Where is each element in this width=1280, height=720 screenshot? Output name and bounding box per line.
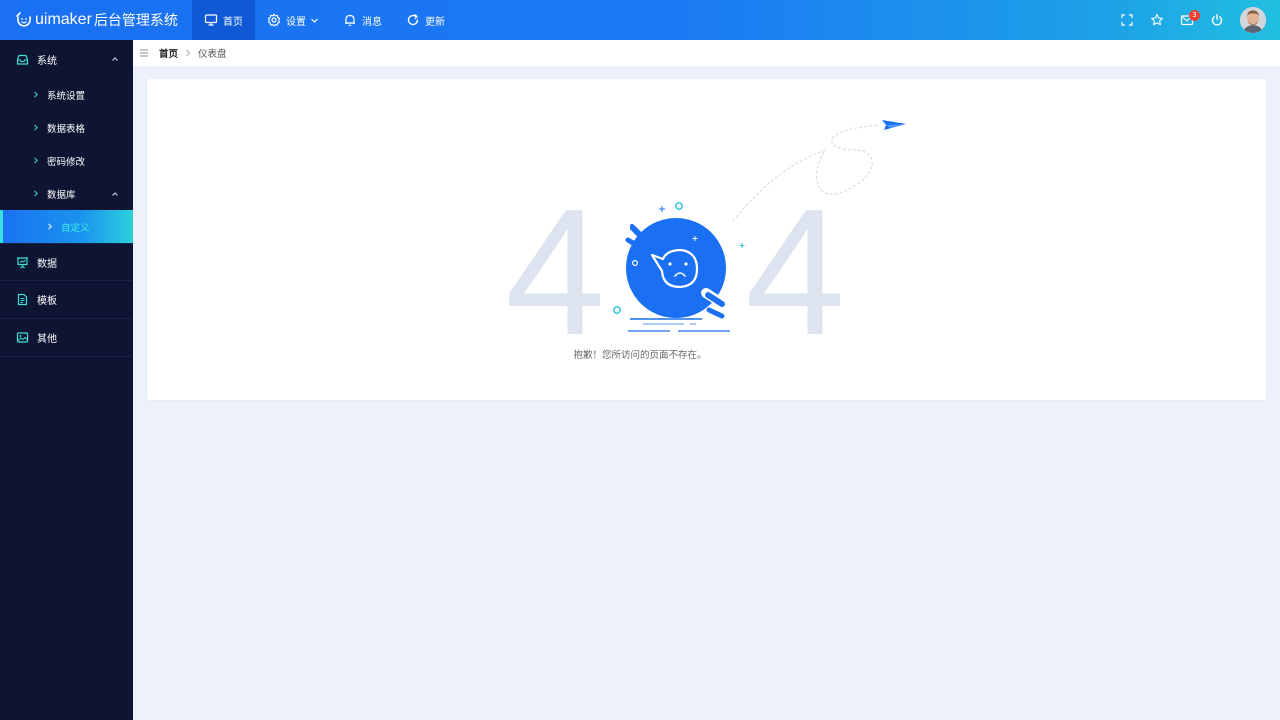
user-avatar-image	[1240, 7, 1266, 33]
presentation-icon	[17, 256, 28, 268]
chevron-right-icon	[34, 91, 38, 98]
monitor-icon	[204, 14, 218, 26]
topnav-home-label: 首页	[223, 16, 243, 28]
chevron-up-icon	[112, 191, 118, 196]
app-title: 后台管理系统	[93, 13, 178, 29]
top-nav: 首页 设置 消息 更新	[192, 0, 457, 40]
sidebar-item-database[interactable]: 数据库	[0, 177, 133, 210]
top-bar: uimaker 后台管理系统 首页 设置 消息 更新 3	[0, 0, 1280, 40]
plus-decoration	[739, 243, 745, 248]
chevron-right-icon	[34, 124, 38, 131]
smiley-logo-icon	[16, 12, 31, 27]
chevron-right-icon	[34, 157, 38, 164]
sidebar-group-data[interactable]: 数据	[0, 243, 133, 281]
error-digit-right: 4	[745, 172, 845, 348]
sidebar-item-label: 自定义	[61, 222, 90, 234]
sidebar-item-system-settings[interactable]: 系统设置	[0, 78, 133, 111]
sidebar-group-data-label: 数据	[37, 258, 57, 270]
topnav-settings[interactable]: 设置	[255, 0, 331, 40]
sidebar-item-data-table[interactable]: 数据表格	[0, 111, 133, 144]
favorite-button[interactable]	[1142, 0, 1172, 40]
topnav-settings-label: 设置	[286, 16, 306, 28]
chevron-right-icon	[186, 49, 191, 57]
sidebar-group-other-label: 其他	[37, 334, 57, 345]
sidebar: 系统 系统设置 数据表格 密码修改 数据库 自定义 数据 模板 其他	[0, 40, 133, 720]
topnav-update[interactable]: 更新	[394, 0, 457, 40]
sidebar-group-system-label: 系统	[37, 55, 57, 67]
chevron-right-icon	[34, 190, 38, 197]
breadcrumb: 首页 仪表盘	[133, 40, 1280, 66]
ring-decoration	[613, 306, 621, 314]
sidebar-item-password[interactable]: 密码修改	[0, 144, 133, 177]
paper-plane-icon	[882, 120, 906, 130]
topnav-messages[interactable]: 消息	[331, 0, 394, 40]
brand-name: uimaker	[35, 11, 92, 28]
sad-bubble-icon	[625, 218, 726, 319]
power-icon	[1211, 13, 1223, 26]
sidebar-item-label: 系统设置	[47, 90, 86, 102]
sidebar-item-label: 数据表格	[47, 123, 86, 135]
chevron-right-icon	[48, 223, 52, 230]
document-icon	[17, 293, 28, 306]
chevron-up-icon	[112, 57, 118, 61]
user-avatar[interactable]	[1240, 7, 1266, 33]
top-right-toolbar: 3	[1112, 0, 1280, 40]
error-digit-left: 4	[505, 172, 605, 348]
inbox-icon	[16, 54, 29, 65]
breadcrumb-home[interactable]: 首页	[159, 46, 178, 60]
mail-badge: 3	[1189, 10, 1200, 21]
sidebar-item-label: 密码修改	[47, 156, 86, 168]
star-icon	[1151, 13, 1163, 26]
sidebar-group-template[interactable]: 模板	[0, 281, 133, 319]
fullscreen-button[interactable]	[1112, 0, 1142, 40]
bell-icon	[345, 14, 355, 27]
logout-button[interactable]	[1202, 0, 1232, 40]
error-message: 抱歉！您所访问的页面不存在。	[573, 350, 707, 361]
app-logo[interactable]: uimaker 后台管理系统	[14, 0, 178, 40]
breadcrumb-current: 仪表盘	[198, 49, 227, 60]
sidebar-item-label: 数据库	[47, 189, 76, 201]
plus-decoration	[659, 206, 665, 212]
gear-icon	[267, 13, 281, 27]
ring-decoration	[675, 202, 683, 210]
mail-button[interactable]: 3	[1172, 0, 1202, 40]
sidebar-group-system[interactable]: 系统	[0, 40, 133, 78]
topnav-update-label: 更新	[425, 16, 445, 28]
refresh-icon	[407, 14, 419, 26]
menu-toggle-icon[interactable]	[139, 48, 149, 58]
chevron-down-icon	[311, 18, 318, 23]
sidebar-group-template-label: 模板	[37, 296, 57, 307]
sidebar-item-custom[interactable]: 自定义	[0, 210, 133, 243]
image-icon	[16, 332, 29, 343]
topnav-messages-label: 消息	[362, 16, 382, 28]
fullscreen-icon	[1121, 14, 1133, 26]
not-found-illustration: 4 4	[505, 120, 906, 348]
topnav-home[interactable]: 首页	[192, 0, 255, 40]
